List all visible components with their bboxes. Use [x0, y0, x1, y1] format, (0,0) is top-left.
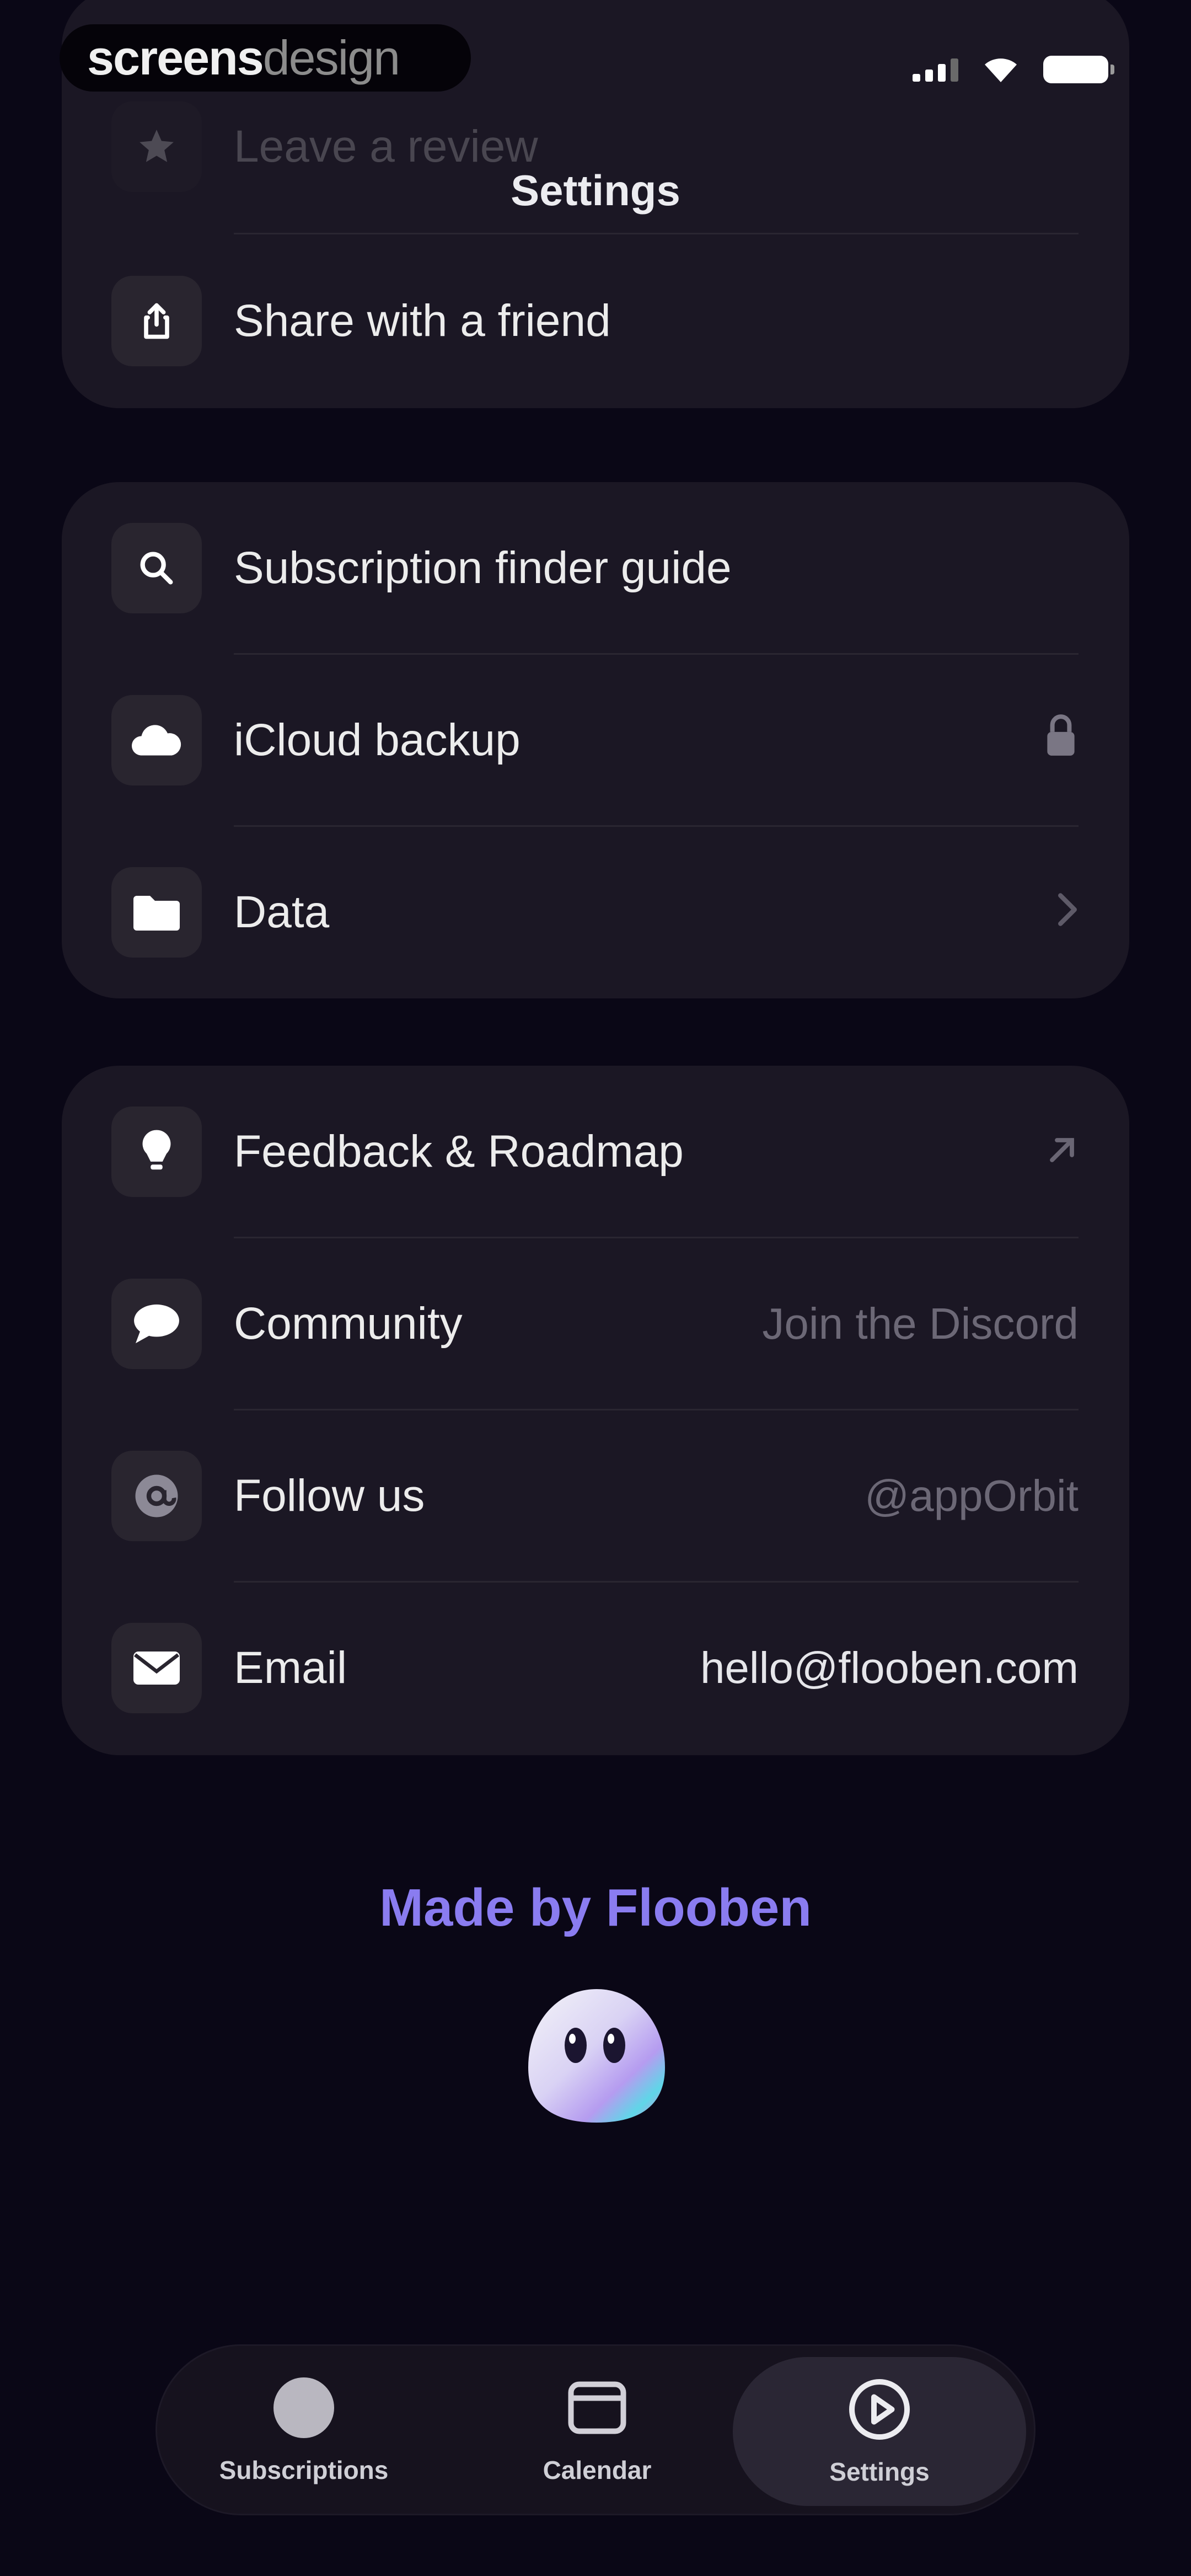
- wifi-icon: [985, 58, 1017, 82]
- page-title: Settings: [511, 166, 680, 215]
- tab-calendar[interactable]: Calendar: [450, 2346, 744, 2514]
- follow-us-value: @appOrbit: [864, 1471, 1079, 1520]
- email-label: Email: [234, 1643, 347, 1693]
- circle-icon: [273, 2377, 334, 2438]
- at-sign-icon: [111, 1451, 202, 1541]
- divider: [234, 233, 1079, 234]
- tab-settings-label: Settings: [829, 2457, 930, 2486]
- status-bar: [913, 53, 1114, 86]
- ghost-mascot: [528, 1989, 665, 2123]
- play-circle-icon: [849, 2379, 910, 2440]
- icloud-backup-row[interactable]: iCloud backup: [62, 654, 1129, 826]
- lock-icon: [1043, 713, 1079, 768]
- tab-calendar-label: Calendar: [543, 2456, 652, 2484]
- icloud-backup-label: iCloud backup: [234, 715, 521, 765]
- tab-bar: Subscriptions Calendar Settings: [155, 2344, 1036, 2515]
- follow-us-label: Follow us: [234, 1471, 425, 1521]
- chat-bubble-icon: [111, 1279, 202, 1369]
- arrow-up-right-icon: [1045, 1126, 1079, 1177]
- feedback-roadmap-label: Feedback & Roadmap: [234, 1126, 684, 1177]
- email-value[interactable]: hello@flooben.com: [700, 1643, 1079, 1693]
- community-row[interactable]: Community Join the Discord: [62, 1238, 1129, 1410]
- battery-icon: [1043, 56, 1114, 83]
- lightbulb-icon: [111, 1107, 202, 1197]
- share-with-friend-label: Share with a friend: [234, 296, 611, 346]
- made-by-text: Made by Flooben: [379, 1878, 812, 1937]
- community-label: Community: [234, 1298, 463, 1349]
- share-icon: [111, 276, 202, 366]
- feedback-roadmap-row[interactable]: Feedback & Roadmap: [62, 1066, 1129, 1238]
- settings-group-community: Feedback & Roadmap Community Join the Di…: [62, 1066, 1129, 1755]
- tab-subscriptions-label: Subscriptions: [219, 2456, 389, 2484]
- folder-icon: [111, 867, 202, 958]
- tab-subscriptions[interactable]: Subscriptions: [157, 2346, 450, 2514]
- settings-group-data: Subscription finder guide iCloud backup …: [62, 482, 1129, 998]
- subscription-finder-label: Subscription finder guide: [234, 543, 732, 593]
- tab-settings[interactable]: Settings: [733, 2357, 1026, 2506]
- share-with-friend-row[interactable]: Share with a friend: [62, 235, 1129, 407]
- email-row[interactable]: Email hello@flooben.com: [62, 1582, 1129, 1754]
- data-label: Data: [234, 887, 330, 937]
- leave-review-label: Leave a review: [234, 121, 538, 172]
- data-row[interactable]: Data: [62, 826, 1129, 998]
- cellular-signal-icon: [913, 57, 958, 82]
- chevron-right-icon: [1056, 887, 1079, 938]
- subscription-finder-row[interactable]: Subscription finder guide: [62, 482, 1129, 654]
- cloud-icon: [111, 695, 202, 785]
- follow-us-row[interactable]: Follow us @appOrbit: [62, 1410, 1129, 1582]
- watermark-part-2: design: [262, 30, 400, 85]
- calendar-icon: [568, 2381, 626, 2434]
- search-icon: [111, 523, 202, 613]
- envelope-icon: [111, 1623, 202, 1713]
- screensdesign-watermark: screens design: [60, 24, 471, 92]
- community-value: Join the Discord: [762, 1299, 1079, 1348]
- watermark-part-1: screens: [87, 30, 264, 85]
